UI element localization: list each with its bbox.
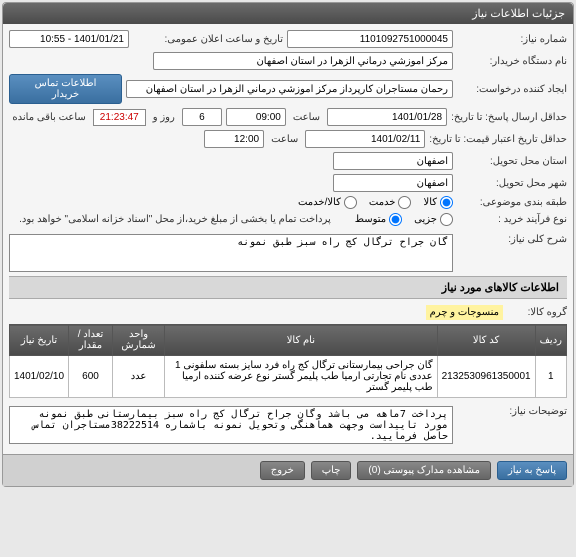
th-date: تاریخ نیاز: [10, 325, 69, 356]
contact-button[interactable]: اطلاعات تماس خریدار: [9, 74, 122, 104]
category-radio-group: کالا خدمت کالا/خدمت: [298, 196, 453, 209]
countdown-value: 21:23:47: [93, 109, 146, 126]
table-row[interactable]: 1 2132530961350001 گان جراحی بیمارستانی …: [10, 356, 567, 398]
buyer-field[interactable]: [153, 52, 453, 70]
group-label: گروه کالا:: [507, 307, 567, 318]
creator-label: ایجاد کننده درخواست:: [457, 84, 567, 95]
need-no-field[interactable]: [287, 30, 453, 48]
time-label-2: ساعت: [271, 134, 298, 145]
cat-service-radio[interactable]: [398, 196, 411, 209]
pt-medium-label: متوسط: [355, 214, 386, 225]
cell-idx: 1: [535, 356, 566, 398]
th-name: نام کالا: [165, 325, 437, 356]
cat-goods-label: کالا: [423, 197, 437, 208]
purchase-type-label: نوع فرآیند خرید :: [457, 214, 567, 225]
cat-both-radio[interactable]: [344, 196, 357, 209]
th-unit: واحد شمارش: [112, 325, 164, 356]
exit-button[interactable]: خروج: [260, 461, 305, 480]
cell-name: گان جراحی بیمارستانی ترگال کج راه فرد سا…: [165, 356, 437, 398]
cell-unit: عدد: [112, 356, 164, 398]
th-code: کد کالا: [437, 325, 535, 356]
cell-date: 1401/02/10: [10, 356, 69, 398]
pt-small-label: جزیی: [414, 214, 437, 225]
remarks-textarea[interactable]: [9, 406, 453, 444]
pt-small-radio[interactable]: [440, 213, 453, 226]
items-table: ردیف کد کالا نام کالا واحد شمارش تعداد /…: [9, 324, 567, 398]
pt-medium-radio[interactable]: [389, 213, 402, 226]
need-no-label: شماره نیاز:: [457, 34, 567, 45]
group-value: منسوجات و چرم: [426, 305, 503, 320]
attachments-button[interactable]: مشاهده مدارک پیوستی (0): [357, 461, 491, 480]
category-label: طبقه بندی موضوعی:: [457, 197, 567, 208]
payment-note: پرداخت تمام یا بخشی از مبلغ خرید،از محل …: [19, 214, 331, 225]
deliver-city-field[interactable]: [333, 174, 453, 192]
desc-textarea[interactable]: [9, 234, 453, 272]
desc-label: شرح کلی نیاز:: [457, 234, 567, 245]
print-button[interactable]: چاپ: [311, 461, 352, 480]
deadline-date-field[interactable]: [327, 108, 447, 126]
footer-bar: پاسخ به نیاز مشاهده مدارک پیوستی (0) چاپ…: [3, 454, 573, 486]
purchase-type-radio-group: جزیی متوسط: [355, 213, 453, 226]
cat-service-label: خدمت: [369, 197, 396, 208]
th-qty: تعداد / مقدار: [69, 325, 113, 356]
time-label-1: ساعت: [293, 112, 320, 123]
buyer-label: نام دستگاه خریدار:: [457, 56, 567, 67]
remarks-label: توضیحات نیاز:: [457, 406, 567, 417]
items-section-title: اطلاعات کالاهای مورد نیاز: [9, 276, 567, 299]
cat-both-label: کالا/خدمت: [298, 197, 341, 208]
creator-field[interactable]: [126, 80, 453, 98]
deliver-prov-label: استان محل تحویل:: [457, 156, 567, 167]
day-and-label: روز و: [153, 112, 175, 123]
announce-field[interactable]: [9, 30, 129, 48]
cat-goods-radio[interactable]: [440, 196, 453, 209]
cell-code: 2132530961350001: [437, 356, 535, 398]
panel-title: جزئیات اطلاعات نیاز: [3, 3, 573, 24]
deliver-prov-field[interactable]: [333, 152, 453, 170]
th-idx: ردیف: [535, 325, 566, 356]
validity-time-field[interactable]: [204, 130, 264, 148]
cell-qty: 600: [69, 356, 113, 398]
announce-label: تاریخ و ساعت اعلان عمومی:: [133, 34, 283, 45]
deadline-label: حداقل ارسال پاسخ: تا تاریخ:: [451, 112, 567, 123]
validity-date-field[interactable]: [305, 130, 425, 148]
remain-label: ساعت باقی مانده: [12, 112, 85, 123]
validity-label: حداقل تاریخ اعتبار قیمت: تا تاریخ:: [429, 134, 567, 145]
days-field[interactable]: [182, 108, 222, 126]
deadline-time-field[interactable]: [226, 108, 286, 126]
deliver-city-label: شهر محل تحویل:: [457, 178, 567, 189]
reply-button[interactable]: پاسخ به نیاز: [497, 461, 567, 480]
